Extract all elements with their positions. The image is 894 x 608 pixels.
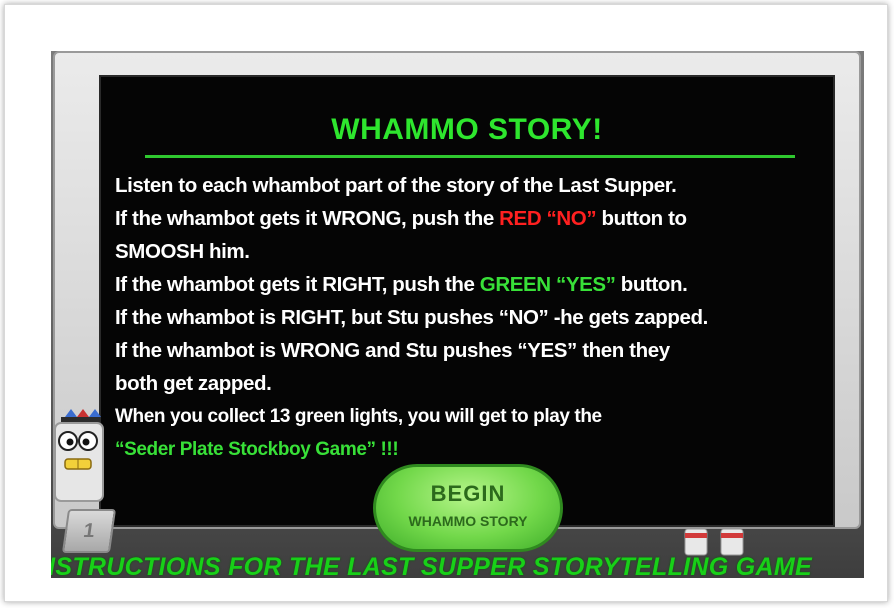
game-name-text: “Seder Plate Stockboy Game” xyxy=(115,439,376,460)
instruction-line: SMOOSH him. xyxy=(115,240,250,263)
instruction-line: Listen to each whambot part of the story… xyxy=(115,174,677,197)
begin-button-label: BEGIN xyxy=(430,481,506,506)
instruction-line: If the whambot is RIGHT, but Stu pushes … xyxy=(115,306,708,329)
game-scene: WHAMMO STORY! Listen to each whambot par… xyxy=(51,51,864,578)
instruction-line: If the whambot gets it WRONG, push the R… xyxy=(115,207,687,230)
whambot-robot-icon xyxy=(54,409,104,502)
instruction-line: “Seder Plate Stockboy Game” !!! xyxy=(115,439,399,460)
begin-whammo-story-button[interactable]: BEGIN WHAMMO STORY xyxy=(373,464,563,552)
instructions-banner: NSTRUCTIONS FOR THE LAST SUPPER STORYTEL… xyxy=(51,553,812,578)
title-divider xyxy=(145,155,795,158)
image-frame: WHAMMO STORY! Listen to each whambot par… xyxy=(4,4,888,602)
instruction-screen: WHAMMO STORY! Listen to each whambot par… xyxy=(99,75,835,527)
instruction-line: If the whambot gets it RIGHT, push the G… xyxy=(115,273,688,296)
green-yes-text: GREEN “YES” xyxy=(479,273,616,296)
instruction-line: both get zapped. xyxy=(115,372,272,395)
monitor-bezel: WHAMMO STORY! Listen to each whambot par… xyxy=(53,51,861,529)
red-no-text: RED “NO” xyxy=(499,207,597,230)
screen-title: WHAMMO STORY! xyxy=(331,113,603,146)
number-pad: 1 xyxy=(61,509,117,553)
instructions-text: Listen to each whambot part of the story… xyxy=(115,169,830,466)
begin-button-sublabel: WHAMMO STORY xyxy=(408,513,528,529)
instruction-line: If the whambot is WRONG and Stu pushes “… xyxy=(115,339,670,362)
instruction-line: When you collect 13 green lights, you wi… xyxy=(115,406,602,427)
